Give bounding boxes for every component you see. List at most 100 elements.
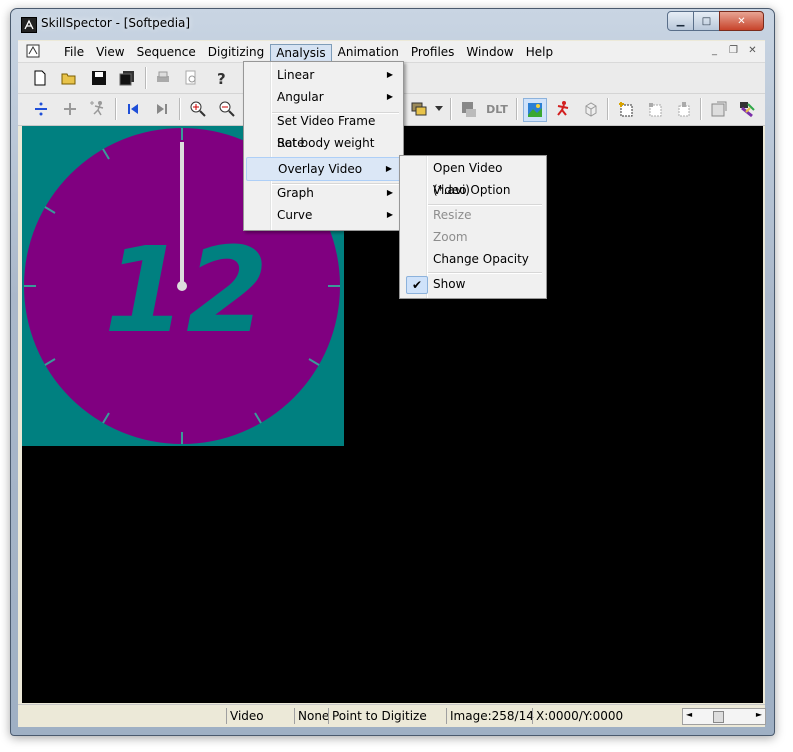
last-frame-icon[interactable] [151, 98, 173, 120]
menu-analysis[interactable]: Analysis [270, 44, 332, 62]
menu-item-linear[interactable]: Linear ▶ [246, 64, 401, 86]
status-coords: X:0000/Y:0000 [532, 708, 676, 724]
zoom-out-icon[interactable] [216, 98, 238, 120]
menu-item-label: Set body weight [277, 136, 375, 150]
save-all-icon[interactable] [116, 67, 138, 89]
print-icon[interactable] [152, 67, 174, 89]
menu-item-label: Change Opacity [433, 252, 529, 266]
status-bar: Video None Point to Digitize Image:258/1… [18, 704, 766, 727]
add-body-icon[interactable] [87, 98, 109, 120]
menu-item-label: Resize [433, 208, 472, 222]
menu-item-label: Overlay Video [278, 162, 363, 176]
menu-item-label: Angular [277, 90, 324, 104]
close-icon: ✕ [737, 15, 746, 27]
submenu-arrow-icon: ▶ [386, 188, 393, 197]
minimize-icon: ▁ [676, 15, 685, 27]
menu-item-graph[interactable]: Graph ▶ [246, 182, 401, 204]
menu-item-label: Zoom [433, 230, 468, 244]
marker-icon[interactable] [644, 98, 666, 120]
minimize-button[interactable]: ▁ [667, 11, 694, 31]
menu-item-overlay-video[interactable]: Overlay Video ▶ [246, 157, 401, 181]
menu-window[interactable]: Window [460, 44, 519, 60]
menu-item-label: Linear [277, 68, 315, 82]
window-title: SkillSpector - [Softpedia] [41, 16, 191, 30]
menu-bar: File View Sequence Digitizing Analysis A… [18, 41, 765, 63]
status-tool: Point to Digitize [328, 708, 448, 724]
export-video-icon[interactable] [736, 98, 758, 120]
properties-icon[interactable] [708, 98, 730, 120]
overlay-video-submenu: Open Video (*.avi) Video Option Resize Z… [399, 155, 547, 299]
mdi-restore-button[interactable]: ❐ [727, 44, 740, 57]
menu-help[interactable]: Help [520, 44, 559, 60]
menu-items: File View Sequence Digitizing Analysis A… [58, 44, 559, 62]
menu-item-resize: Resize [402, 204, 543, 226]
toolbar-separator [450, 98, 452, 120]
submenu-arrow-icon: ▶ [386, 92, 393, 101]
calibration-icon[interactable] [458, 98, 480, 120]
print-preview-icon[interactable] [180, 67, 202, 89]
layers-icon[interactable] [408, 98, 430, 120]
dropdown-arrow-icon[interactable] [432, 98, 446, 120]
document-icon[interactable] [26, 44, 40, 58]
checkmark-icon: ✔ [406, 276, 428, 294]
close-button[interactable]: ✕ [719, 11, 764, 31]
menu-view[interactable]: View [90, 44, 130, 60]
scroll-left-icon[interactable]: ◄ [686, 710, 692, 719]
menu-item-label: Curve [277, 208, 313, 222]
menu-sequence[interactable]: Sequence [131, 44, 202, 60]
menu-item-label: Show [433, 277, 466, 291]
menu-profiles[interactable]: Profiles [405, 44, 461, 60]
scroll-thumb[interactable] [713, 711, 724, 723]
svg-text:?: ? [217, 70, 226, 86]
dlt-button[interactable]: DLT [484, 98, 510, 120]
analysis-menu: Linear ▶ Angular ▶ Set Video Frame Rate Se… [243, 61, 404, 231]
toolbar-separator [700, 98, 702, 120]
title-bar[interactable]: SkillSpector - [Softpedia] ▁ □ ✕ [11, 9, 772, 39]
cube-icon[interactable] [580, 98, 602, 120]
clock-numeral: 12 [104, 221, 268, 359]
toolbar-separator [115, 98, 117, 120]
toolbar-separator [607, 98, 609, 120]
menu-item-curve[interactable]: Curve ▶ [246, 204, 401, 226]
runner-icon[interactable] [551, 98, 573, 120]
toolbar-separator [179, 98, 181, 120]
menu-item-angular[interactable]: Angular ▶ [246, 86, 401, 108]
first-frame-icon[interactable] [122, 98, 144, 120]
scroll-right-icon[interactable]: ► [756, 710, 762, 719]
caption-buttons: ▁ □ ✕ [667, 11, 764, 31]
status-image: Image:258/148/ [446, 708, 534, 724]
open-folder-icon[interactable] [58, 67, 80, 89]
menu-item-open-video[interactable]: Open Video (*.avi) [402, 157, 543, 197]
new-file-icon[interactable] [29, 67, 51, 89]
menu-file[interactable]: File [58, 44, 90, 60]
new-marker-icon[interactable] [615, 98, 637, 120]
app-icon[interactable] [21, 17, 37, 33]
toolbar-separator [145, 67, 147, 89]
menu-item-set-video-frame-rate[interactable]: Set Video Frame Rate [246, 110, 401, 150]
menu-digitizing[interactable]: Digitizing [202, 44, 270, 60]
segment-icon[interactable] [673, 98, 695, 120]
menu-item-label: Video Option [433, 183, 511, 197]
zoom-in-icon[interactable] [187, 98, 209, 120]
save-icon[interactable] [88, 67, 110, 89]
help-icon[interactable]: ? [210, 67, 232, 89]
mdi-close-button[interactable]: ✕ [746, 44, 759, 57]
status-scrollbar[interactable]: ◄ ► [682, 708, 766, 725]
menu-item-video-option[interactable]: Video Option [402, 179, 543, 201]
submenu-arrow-icon: ▶ [386, 70, 393, 79]
mdi-minimize-button[interactable]: _ [708, 44, 721, 57]
maximize-icon: □ [701, 15, 712, 27]
add-point-icon[interactable] [59, 98, 81, 120]
menu-item-set-body-weight[interactable]: Set body weight [246, 132, 401, 154]
mdi-buttons: _ ❐ ✕ [708, 44, 759, 57]
image-view-icon[interactable] [523, 98, 547, 122]
menu-item-zoom: Zoom [402, 226, 543, 248]
menu-item-show[interactable]: ✔ Show [402, 273, 543, 295]
menu-animation[interactable]: Animation [332, 44, 405, 60]
application-window: SkillSpector - [Softpedia] ▁ □ ✕ File Vi… [0, 0, 793, 752]
toolbar-separator [516, 98, 518, 120]
maximize-button[interactable]: □ [693, 11, 720, 31]
dlt-label: DLT [486, 102, 508, 116]
menu-item-change-opacity[interactable]: Change Opacity [402, 248, 543, 270]
divide-icon[interactable] [30, 98, 52, 120]
